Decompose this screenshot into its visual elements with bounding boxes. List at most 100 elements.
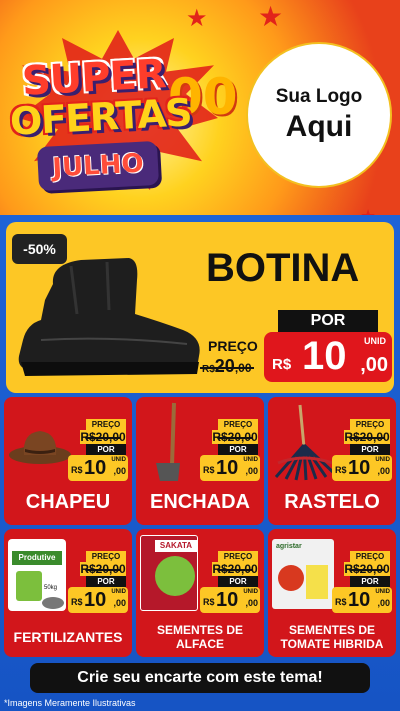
seed-packet-image: agristar [272, 539, 334, 609]
rake-image [274, 404, 336, 481]
new-value: 10 [348, 589, 371, 611]
por-label: POR [350, 576, 390, 587]
new-price: R$ 10 UNID ,00 [332, 455, 392, 481]
new-value: 10 [216, 457, 239, 479]
packet-stripe [306, 565, 328, 599]
old-price: R$20,00 [344, 562, 390, 576]
hero-banner: ★ ★ ★ 00 SUPER OFERTAS JULHO Sua Logo Aq… [0, 0, 400, 215]
seed-packet-image: SAKATA [140, 535, 198, 611]
new-cents: ,00 [377, 466, 390, 476]
new-currency: R$ [71, 465, 83, 475]
product-name: FERTILIZANTES [13, 629, 123, 645]
star-icon: ★ [258, 0, 284, 33]
logo-line2: Aqui [285, 110, 353, 143]
price-tag: PREÇO R$20,00 POR R$ 10 UNID ,00 [200, 419, 260, 481]
old-price: R$20,00 [80, 562, 126, 576]
new-cents: ,00 [360, 354, 388, 376]
cta-button[interactable]: Crie seu encarte com este tema! [30, 663, 370, 693]
product-name-line1: SEMENTES DE [156, 623, 243, 637]
new-price: R$ 10 UNID ,00 [200, 455, 260, 481]
por-label: POR [218, 576, 258, 587]
new-currency: R$ [272, 356, 292, 373]
hat-image [9, 431, 71, 464]
new-price: R$ 10 UNID ,00 [200, 587, 260, 613]
new-value: 10 [302, 334, 347, 378]
new-value: 10 [216, 589, 239, 611]
unid-label: UNID [111, 457, 126, 463]
new-currency: R$ [71, 597, 83, 607]
old-price: R$20,00 [344, 430, 390, 444]
unid-label: UNID [111, 589, 126, 595]
new-currency: R$ [203, 597, 215, 607]
new-price: R$ 10 UNID ,00 [264, 332, 392, 382]
seed-brand-agristar: agristar [276, 543, 302, 550]
old-price: R$20,00 [212, 562, 258, 576]
price-label: PREÇO [86, 419, 126, 430]
bag-artwork [16, 571, 42, 601]
new-cents: ,00 [245, 466, 258, 476]
new-currency: R$ [203, 465, 215, 475]
price-label: PREÇO [350, 419, 390, 430]
new-currency: R$ [335, 597, 347, 607]
new-currency: R$ [335, 465, 347, 475]
price-tag: PREÇO R$20,00 POR R$ 10 UNID ,00 [332, 419, 392, 481]
month-badge: JULHO [36, 140, 160, 192]
unid-label: UNID [375, 457, 390, 463]
product-name: CHAPEU [25, 491, 111, 513]
old-currency: R$ [202, 364, 215, 375]
new-value: 10 [84, 589, 107, 611]
price-label: PREÇO [350, 551, 390, 562]
new-cents: ,00 [113, 466, 126, 476]
product-card-fertilizantes: Produtive 50kg PREÇO R$20,00 POR R$ 10 U… [4, 529, 132, 657]
old-price: R$20,00 [212, 430, 258, 444]
new-cents: ,00 [377, 598, 390, 608]
por-label: POR [86, 576, 126, 587]
star-icon: ★ [360, 206, 376, 215]
new-value: 10 [348, 457, 371, 479]
price-tag: PREÇO R$20,00 POR R$ 10 UNID ,00 [68, 551, 128, 613]
lettuce-artwork [155, 556, 195, 596]
featured-product: -50% BOTINA PREÇO R$20,00 POR R$ 10 UNID… [6, 222, 394, 393]
product-name-line1: SEMENTES DE [288, 623, 375, 637]
product-name: SEMENTES DE ALFACE [136, 623, 264, 651]
price-tag: PREÇO R$20,00 POR R$ 10 UNID ,00 [200, 551, 260, 613]
product-name-line2: ALFACE [176, 637, 224, 651]
tomato-artwork [278, 565, 304, 591]
product-name: ENCHADA [150, 491, 250, 513]
price-tag: PREÇO R$20,00 POR R$ 10 UNID ,00 [332, 551, 392, 613]
price-label: PREÇO [86, 551, 126, 562]
old-cents: ,00 [234, 361, 252, 375]
price-label: PREÇO [218, 419, 258, 430]
disclaimer-text: *Imagens Meramente Ilustrativas [4, 698, 136, 708]
product-name: RASTELO [284, 491, 380, 513]
new-price: R$ 10 UNID ,00 [68, 587, 128, 613]
new-cents: ,00 [245, 598, 258, 608]
por-label: POR [218, 444, 258, 455]
new-price: R$ 10 UNID ,00 [68, 455, 128, 481]
boot-image [18, 258, 200, 376]
product-card-enchada: PREÇO R$20,00 POR R$ 10 UNID ,00 ENCHADA [136, 397, 264, 525]
unid-label: UNID [375, 589, 390, 595]
old-price: R$20,00 [200, 356, 254, 377]
product-card-chapeu: PREÇO R$20,00 POR R$ 10 UNID ,00 CHAPEU [4, 397, 132, 525]
featured-title: BOTINA [206, 246, 360, 290]
new-price: R$ 10 UNID ,00 [332, 587, 392, 613]
price-label: PREÇO [218, 551, 258, 562]
logo-placeholder: Sua Logo Aqui [246, 42, 392, 188]
seed-brand-sakata: SAKATA [155, 540, 197, 552]
new-value: 10 [84, 457, 107, 479]
new-cents: ,00 [113, 598, 126, 608]
product-card-rastelo: PREÇO R$20,00 POR R$ 10 UNID ,00 RASTELO [268, 397, 396, 525]
unid-label: UNID [364, 336, 386, 346]
star-icon: ★ [186, 4, 208, 32]
logo-line1: Sua Logo [275, 86, 363, 107]
granules [42, 597, 64, 609]
por-label: POR [350, 444, 390, 455]
hoe-image [156, 402, 180, 481]
fertilizer-weight: 50kg [44, 585, 58, 591]
product-name-line2: TOMATE HIBRIDA [280, 637, 384, 651]
product-card-sementes-alface: SAKATA PREÇO R$20,00 POR R$ 10 UNID ,00 … [136, 529, 264, 657]
por-label: POR [86, 444, 126, 455]
price-tag: PREÇO R$20,00 POR R$ 10 UNID ,00 [68, 419, 128, 481]
unid-label: UNID [243, 589, 258, 595]
